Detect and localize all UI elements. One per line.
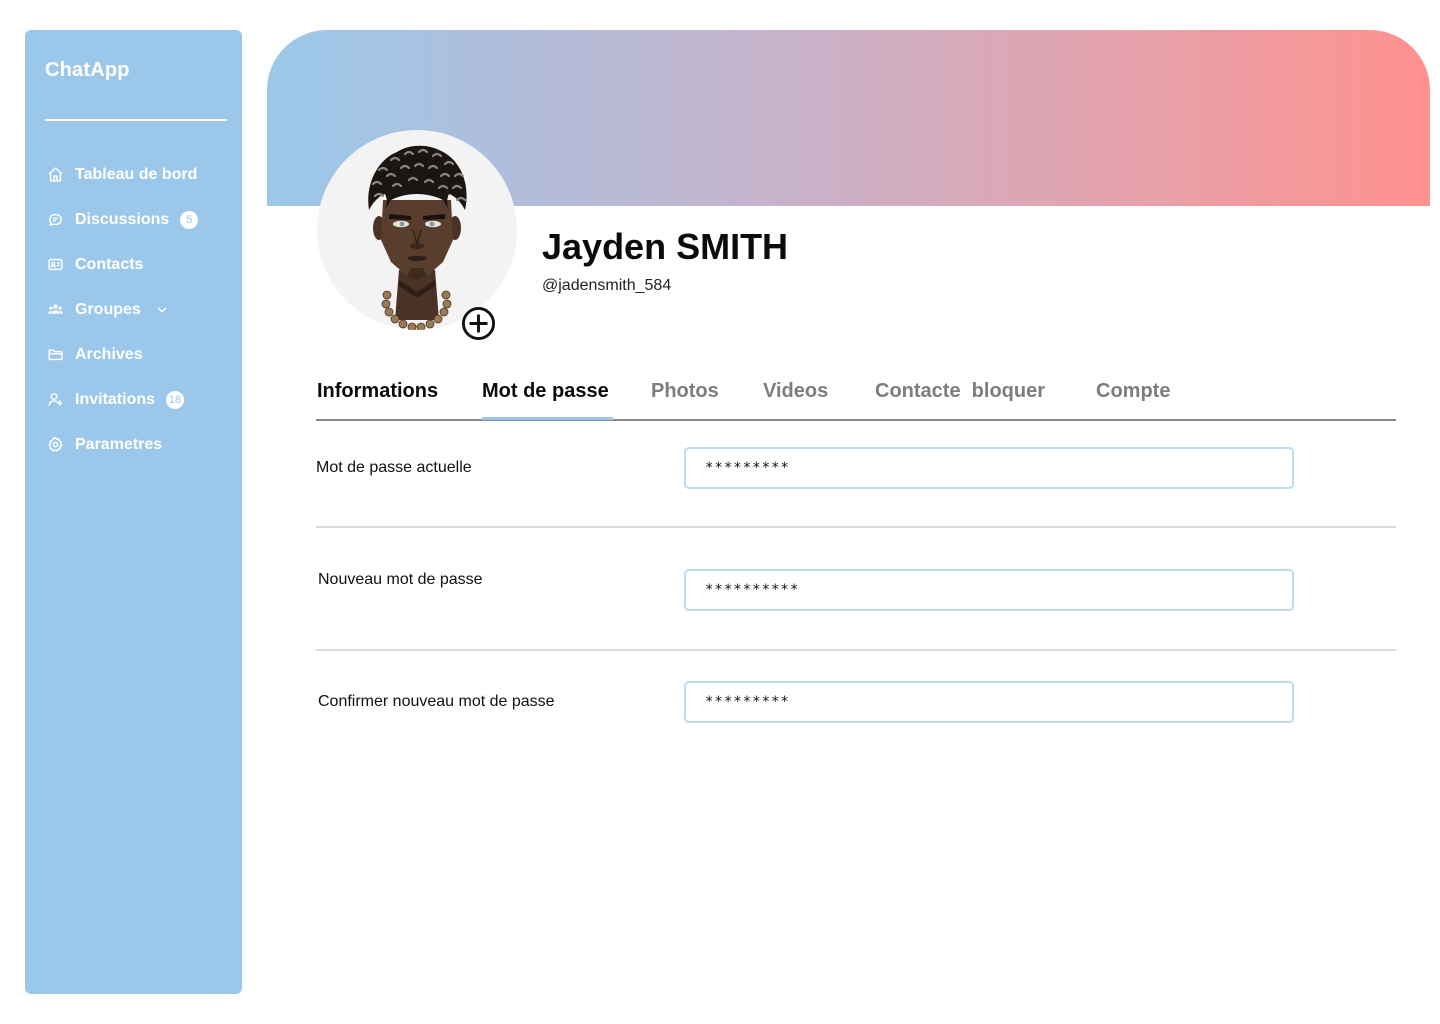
sidebar-item-label: Discussions bbox=[75, 210, 170, 228]
sidebar-item-discussions[interactable]: Discussions 5 bbox=[45, 197, 235, 242]
chat-bubble-icon bbox=[45, 210, 65, 230]
user-add-icon bbox=[45, 390, 65, 410]
current-password-input[interactable] bbox=[686, 449, 1292, 487]
profile-name: Jayden SMITH bbox=[542, 226, 789, 267]
group-icon bbox=[45, 300, 65, 320]
home-icon bbox=[45, 165, 65, 185]
invitations-count-badge: 18 bbox=[166, 390, 185, 409]
sidebar-item-invitations[interactable]: Invitations 18 bbox=[45, 377, 235, 422]
sidebar-item-label: Invitations bbox=[75, 390, 156, 408]
tab-account[interactable]: Compte bbox=[1096, 380, 1170, 403]
sidebar-item-label: Groupes bbox=[75, 300, 141, 318]
confirm-password-field-box bbox=[684, 681, 1294, 723]
confirm-password-label: Confirmer nouveau mot de passe bbox=[318, 693, 555, 710]
sidebar-item-archives[interactable]: Archives bbox=[45, 332, 235, 377]
discussions-count-badge: 5 bbox=[180, 210, 199, 229]
sidebar-item-contacts[interactable]: Contacts bbox=[45, 242, 235, 287]
app-brand: ChatApp bbox=[45, 59, 130, 81]
sidebar-item-label: Archives bbox=[75, 345, 143, 363]
sidebar: ChatApp Tableau de bord Discussions 5 Co… bbox=[25, 30, 242, 994]
folder-icon bbox=[45, 345, 65, 365]
avatar bbox=[317, 130, 517, 330]
tab-photos[interactable]: Photos bbox=[651, 380, 719, 403]
current-password-label: Mot de passe actuelle bbox=[316, 459, 472, 476]
tab-blocked-contacts[interactable]: Contacte bloquer bbox=[875, 380, 1045, 403]
tab-informations[interactable]: Informations bbox=[317, 380, 438, 403]
plus-circle-icon bbox=[461, 306, 496, 341]
current-password-field-box bbox=[684, 447, 1294, 489]
gear-icon bbox=[45, 435, 65, 455]
active-tab-indicator bbox=[482, 417, 613, 420]
form-divider bbox=[316, 526, 1396, 528]
new-password-input[interactable] bbox=[686, 571, 1292, 609]
sidebar-item-groups[interactable]: Groupes bbox=[45, 287, 235, 332]
sidebar-item-label: Tableau de bord bbox=[75, 165, 198, 183]
form-divider bbox=[316, 649, 1396, 651]
tab-videos[interactable]: Videos bbox=[763, 380, 828, 403]
confirm-password-input[interactable] bbox=[686, 683, 1292, 721]
brand-divider bbox=[45, 119, 227, 121]
sidebar-item-dashboard[interactable]: Tableau de bord bbox=[45, 152, 235, 197]
sidebar-item-label: Contacts bbox=[75, 255, 144, 273]
new-password-field-box bbox=[684, 569, 1294, 611]
sidebar-item-settings[interactable]: Parametres bbox=[45, 422, 235, 467]
profile-tabs: Informations Mot de passe Photos Videos … bbox=[316, 380, 1396, 421]
chevron-down-icon[interactable] bbox=[155, 303, 169, 317]
sidebar-item-label: Parametres bbox=[75, 435, 163, 453]
add-photo-button[interactable] bbox=[461, 306, 496, 341]
sidebar-nav: Tableau de bord Discussions 5 Contacts G… bbox=[45, 152, 235, 467]
tab-password[interactable]: Mot de passe bbox=[482, 380, 609, 403]
new-password-label: Nouveau mot de passe bbox=[318, 571, 483, 588]
profile-handle: @jadensmith_584 bbox=[542, 277, 672, 294]
contact-card-icon bbox=[45, 255, 65, 275]
